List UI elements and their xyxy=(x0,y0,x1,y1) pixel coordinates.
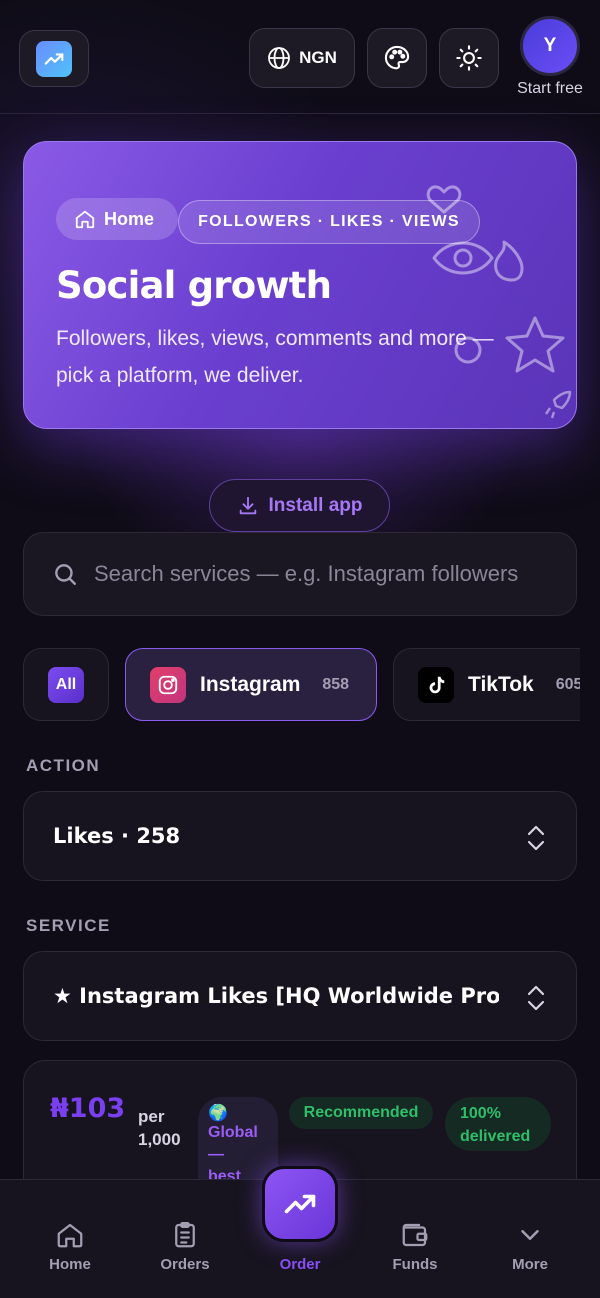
account-menu[interactable]: Y Start free xyxy=(509,16,591,100)
nav-order-label: Order xyxy=(279,1256,321,1273)
recommended-badge: Recommended xyxy=(289,1097,433,1129)
nav-more-label: More xyxy=(512,1256,548,1273)
avatar[interactable]: Y xyxy=(520,16,580,76)
rocket-icon xyxy=(544,390,572,419)
action-value: Likes · 258 xyxy=(53,824,181,848)
service-section-label: SERVICE xyxy=(26,916,111,935)
action-section-label: ACTION xyxy=(26,756,101,775)
top-bar: NGN Y Start free xyxy=(0,0,600,114)
delivered-badge: 100% delivered xyxy=(445,1097,551,1151)
platform-chip-tiktok[interactable]: TikTok 605 xyxy=(393,648,580,721)
star-icon xyxy=(505,316,565,373)
decorative-social-icons xyxy=(426,185,572,419)
nav-orders-label: Orders xyxy=(160,1256,210,1273)
install-app-button[interactable]: Install app xyxy=(209,479,390,532)
download-icon xyxy=(239,496,256,514)
platform-name: TikTok xyxy=(468,672,534,696)
light-mode-button[interactable] xyxy=(439,28,499,88)
chevron-up-down-icon xyxy=(527,825,545,851)
nav-funds-label: Funds xyxy=(392,1256,438,1273)
service-value: ★ Instagram Likes [HQ Worldwide Profiles… xyxy=(53,984,499,1008)
nav-home[interactable]: Home xyxy=(20,1220,120,1273)
bubble-icon xyxy=(454,336,482,364)
search-input[interactable] xyxy=(94,561,554,587)
platform-count: 858 xyxy=(322,675,350,693)
badge-text: Global xyxy=(208,1124,258,1141)
platform-filter: All Instagram 858 TikTok 605 xyxy=(23,648,580,721)
nav-home-label: Home xyxy=(49,1256,91,1273)
price-unit-line: per xyxy=(138,1107,165,1126)
install-app-label: Install app xyxy=(268,494,363,516)
home-icon xyxy=(57,1223,83,1248)
platform-chip-instagram[interactable]: Instagram 858 xyxy=(125,648,377,721)
theme-palette-button[interactable] xyxy=(367,28,427,88)
globe-icon xyxy=(268,47,291,69)
badge-text: delivered xyxy=(460,1128,531,1145)
action-select[interactable]: Likes · 258 xyxy=(23,791,577,881)
search-bar xyxy=(23,532,577,616)
nav-orders[interactable]: Orders xyxy=(135,1220,235,1273)
trending-up-icon xyxy=(284,1194,316,1214)
platform-chip-all[interactable]: All xyxy=(23,648,109,721)
heart-icon xyxy=(426,185,462,214)
service-price: ₦103 xyxy=(50,1093,126,1124)
wallet-icon xyxy=(402,1223,428,1247)
home-icon xyxy=(75,210,95,229)
page-title: Social growth xyxy=(56,264,332,307)
trending-logo-icon xyxy=(36,40,72,77)
sun-icon xyxy=(456,45,482,71)
platform-all-label: All xyxy=(48,666,84,703)
nav-more[interactable]: More xyxy=(480,1220,580,1273)
nav-funds[interactable]: Funds xyxy=(365,1220,465,1273)
breadcrumb-home-label: Home xyxy=(104,208,155,229)
palette-icon xyxy=(384,45,410,70)
eye-icon xyxy=(432,241,494,275)
currency-label: NGN xyxy=(299,48,337,67)
flame-icon xyxy=(494,240,524,282)
earth-globe-icon: 🌍 xyxy=(208,1103,228,1122)
chevron-down-icon xyxy=(521,1230,539,1240)
search-icon xyxy=(55,564,76,585)
service-select[interactable]: ★ Instagram Likes [HQ Worldwide Profiles… xyxy=(23,951,577,1041)
badge-text: — xyxy=(208,1146,224,1163)
tiktok-icon xyxy=(418,666,454,703)
platform-count: 605 xyxy=(555,675,580,693)
instagram-icon xyxy=(150,666,186,703)
clipboard-list-icon xyxy=(175,1222,195,1248)
badge-text: 100% xyxy=(460,1105,501,1122)
logo-button[interactable] xyxy=(19,30,89,87)
hero-banner: Home FOLLOWERS · LIKES · VIEWS Social gr… xyxy=(23,141,577,429)
breadcrumb-home[interactable]: Home xyxy=(56,198,178,240)
price-unit: per 1,000 xyxy=(138,1105,181,1151)
start-free-label[interactable]: Start free xyxy=(509,80,591,98)
currency-button[interactable]: NGN xyxy=(249,28,355,88)
price-unit-line: 1,000 xyxy=(138,1130,181,1149)
chevron-up-down-icon xyxy=(527,985,545,1011)
new-order-button[interactable] xyxy=(262,1166,338,1242)
platform-name: Instagram xyxy=(200,672,301,696)
